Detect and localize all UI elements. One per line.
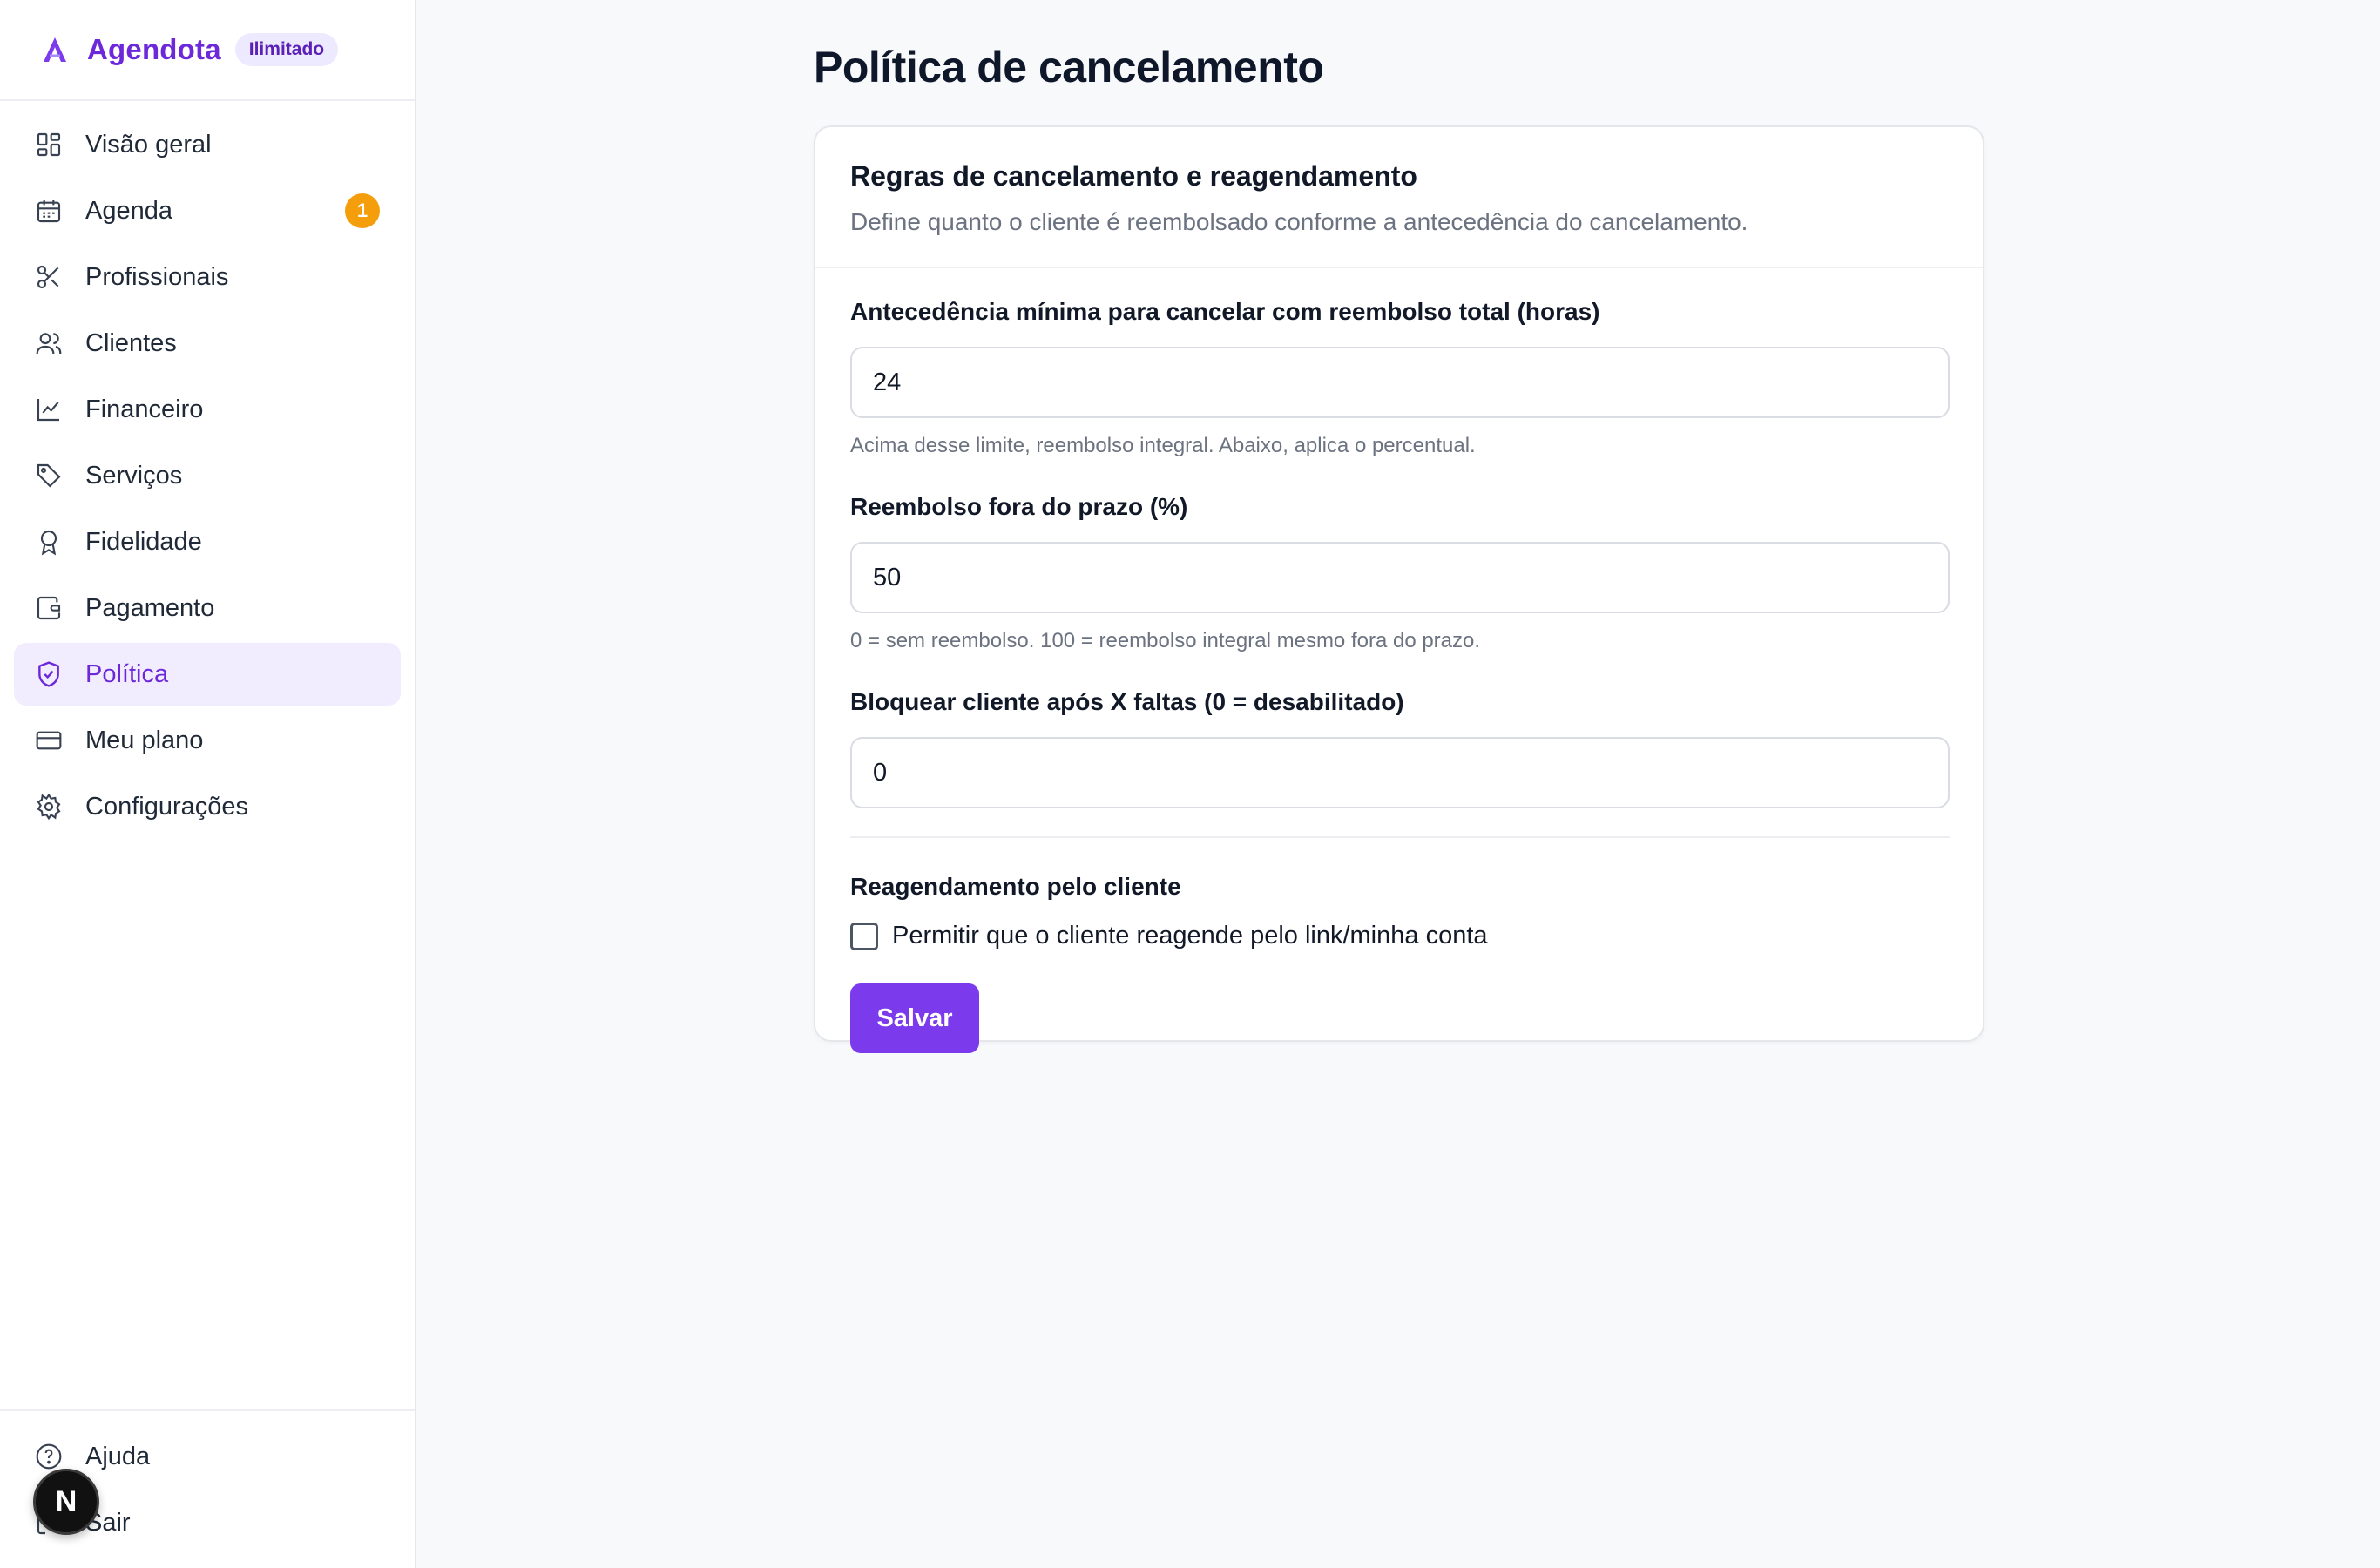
sidebar-item-label: Ajuda bbox=[85, 1442, 151, 1470]
save-button[interactable]: Salvar bbox=[850, 983, 979, 1053]
scissors-icon bbox=[35, 263, 63, 291]
allow-reschedule-label[interactable]: Permitir que o cliente reagende pelo lin… bbox=[892, 922, 1488, 950]
brand: Agendota Ilimitado bbox=[0, 0, 415, 101]
sidebar-item-label: Agenda bbox=[85, 196, 172, 225]
sidebar-item-configuracoes[interactable]: Configurações bbox=[14, 775, 401, 838]
wallet-icon bbox=[35, 594, 63, 622]
gear-icon bbox=[35, 793, 63, 821]
sidebar-item-profissionais[interactable]: Profissionais bbox=[14, 246, 401, 308]
sidebar-item-label: Fidelidade bbox=[85, 527, 202, 556]
block-after-noshows-label: Bloquear cliente após X faltas (0 = desa… bbox=[850, 688, 1404, 715]
dev-tools-badge[interactable]: N bbox=[33, 1469, 99, 1535]
block-after-noshows-field: Bloquear cliente após X faltas (0 = desa… bbox=[850, 688, 1950, 808]
sidebar-item-label: Visão geral bbox=[85, 130, 212, 159]
reschedule-option[interactable]: Permitir que o cliente reagende pelo lin… bbox=[850, 922, 1948, 950]
shield-check-icon bbox=[35, 660, 63, 688]
sidebar: Agendota Ilimitado Visão geral Agenda 1 … bbox=[0, 0, 416, 1568]
sidebar-nav: Visão geral Agenda 1 Profissionais Clien… bbox=[0, 113, 415, 841]
chart-line-icon bbox=[35, 395, 63, 423]
card-body: Antecedência mínima para cancelar com re… bbox=[815, 268, 1983, 1053]
sidebar-item-pagamento[interactable]: Pagamento bbox=[14, 577, 401, 639]
sidebar-item-label: Meu plano bbox=[85, 726, 204, 754]
help-circle-icon bbox=[35, 1443, 63, 1470]
policy-card: Regras de cancelamento e reagendamento D… bbox=[814, 125, 1984, 1053]
sidebar-item-label: Política bbox=[85, 659, 169, 688]
award-icon bbox=[35, 528, 63, 556]
min-notice-label: Antecedência mínima para cancelar com re… bbox=[850, 298, 1600, 325]
sidebar-item-label: Clientes bbox=[85, 328, 177, 357]
sidebar-item-label: Serviços bbox=[85, 461, 183, 490]
sidebar-item-politica[interactable]: Política bbox=[14, 643, 401, 706]
sidebar-item-servicos[interactable]: Serviços bbox=[14, 444, 401, 507]
notification-badge: 1 bbox=[345, 193, 380, 228]
sidebar-item-label: Pagamento bbox=[85, 593, 215, 622]
sidebar-item-financeiro[interactable]: Financeiro bbox=[14, 378, 401, 441]
credit-card-icon bbox=[35, 727, 63, 754]
card-header: Regras de cancelamento e reagendamento D… bbox=[815, 127, 1983, 268]
calendar-icon bbox=[35, 197, 63, 225]
card-title: Regras de cancelamento e reagendamento bbox=[850, 160, 1417, 192]
late-refund-field: Reembolso fora do prazo (%) 0 = sem reem… bbox=[850, 493, 1950, 655]
late-refund-label: Reembolso fora do prazo (%) bbox=[850, 493, 1188, 520]
late-refund-input[interactable] bbox=[850, 542, 1950, 613]
brand-name[interactable]: Agendota bbox=[87, 33, 221, 66]
min-notice-field: Antecedência mínima para cancelar com re… bbox=[850, 298, 1950, 460]
plan-badge: Ilimitado bbox=[234, 33, 339, 66]
sidebar-item-label: Financeiro bbox=[85, 395, 204, 423]
min-notice-input[interactable] bbox=[850, 347, 1950, 418]
divider bbox=[850, 836, 1950, 838]
users-icon bbox=[35, 329, 63, 357]
dashboard-icon bbox=[35, 131, 63, 159]
tag-icon bbox=[35, 462, 63, 490]
sidebar-item-agenda[interactable]: Agenda 1 bbox=[14, 179, 401, 242]
allow-reschedule-checkbox[interactable] bbox=[850, 922, 878, 950]
min-notice-hint: Acima desse limite, reembolso integral. … bbox=[850, 434, 1476, 457]
block-after-noshows-input[interactable] bbox=[850, 737, 1950, 808]
brand-logo-icon bbox=[44, 37, 66, 62]
late-refund-hint: 0 = sem reembolso. 100 = reembolso integ… bbox=[850, 629, 1481, 652]
page-title: Política de cancelamento bbox=[814, 43, 1324, 91]
reschedule-section-title: Reagendamento pelo cliente bbox=[850, 873, 1181, 900]
sidebar-item-label: Profissionais bbox=[85, 262, 229, 291]
card-description: Define quanto o cliente é reembolsado co… bbox=[850, 208, 1748, 235]
sidebar-item-meu-plano[interactable]: Meu plano bbox=[14, 709, 401, 772]
sidebar-item-visao-geral[interactable]: Visão geral bbox=[14, 113, 401, 176]
sidebar-item-clientes[interactable]: Clientes bbox=[14, 312, 401, 375]
sidebar-item-fidelidade[interactable]: Fidelidade bbox=[14, 510, 401, 573]
sidebar-item-label: Configurações bbox=[85, 792, 248, 821]
